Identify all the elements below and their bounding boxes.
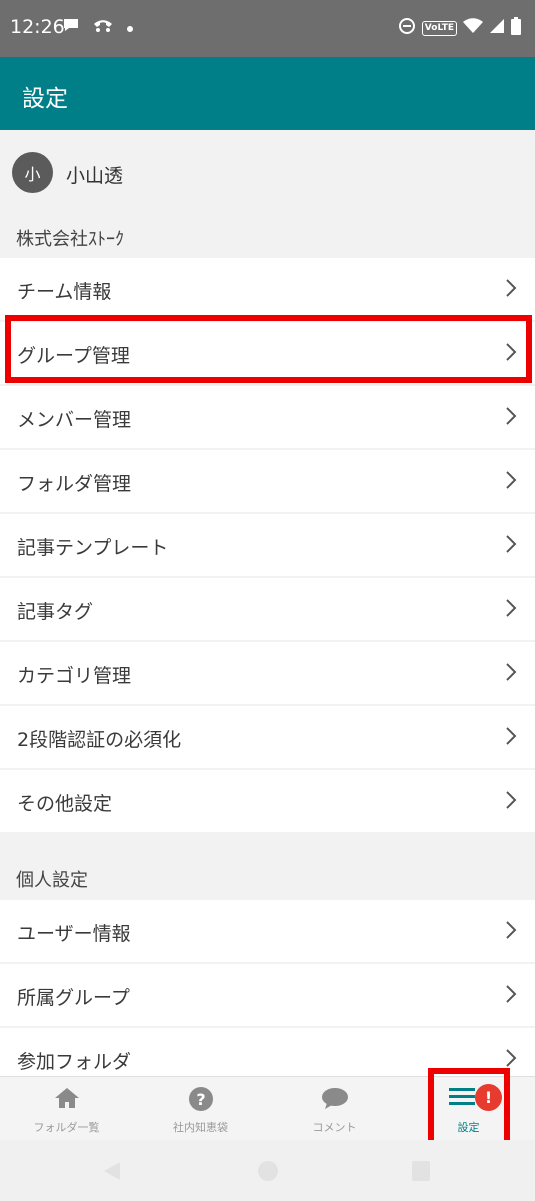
settings-item-other[interactable]: その他設定 [0,770,535,832]
status-bar: 12:26 VoLTE [0,0,535,57]
chevron-right-icon [505,920,517,944]
chevron-right-icon [505,984,517,1008]
chevron-right-icon [505,470,517,494]
chevron-right-icon [505,406,517,430]
settings-item-group-management[interactable]: グループ管理 [0,322,535,384]
settings-item-team-info[interactable]: チーム情報 [0,258,535,320]
settings-item-label: メンバー管理 [17,409,132,431]
settings-content[interactable]: 小 小山透 株式会社ｽﾄｰｸ チーム情報 グループ管理 メンバー管理 フォルダ管… [0,130,535,1076]
user-row: 小 小山透 [0,130,535,218]
nav-comment[interactable]: コメント [268,1077,401,1141]
settings-item-user-info[interactable]: ユーザー情報 [0,900,535,962]
svg-text:?: ? [196,1090,205,1109]
chevron-right-icon [505,278,517,302]
settings-item-label: その他設定 [17,793,113,815]
settings-item-label: チーム情報 [17,281,112,303]
battery-icon [511,17,521,39]
recents-icon[interactable] [412,1161,430,1185]
chevron-right-icon [505,534,517,558]
system-nav-bar [0,1140,535,1201]
wifi-icon [463,18,483,38]
settings-item-member-groups[interactable]: 所属グループ [0,964,535,1026]
alert-badge: ! [475,1084,502,1111]
settings-item-label: フォルダ管理 [17,473,132,495]
settings-item-label: カテゴリ管理 [17,665,132,687]
settings-item-article-template[interactable]: 記事テンプレート [0,514,535,576]
settings-item-folder-management[interactable]: フォルダ管理 [0,450,535,512]
chevron-right-icon [505,726,517,750]
dot-icon [126,18,134,37]
settings-item-two-factor[interactable]: 2段階認証の必須化 [0,706,535,768]
user-name: 小山透 [66,165,124,187]
settings-item-joined-folders[interactable]: 参加フォルダ [0,1028,535,1076]
settings-item-article-tags[interactable]: 記事タグ [0,578,535,640]
chevron-right-icon [505,598,517,622]
chevron-right-icon [505,342,517,366]
section-header-company: 株式会社ｽﾄｰｸ [16,229,124,250]
signal-icon [489,18,505,38]
bottom-nav: フォルダ一覧 ? 社内知恵袋 コメント ! 設定 [0,1076,535,1140]
chevron-right-icon [505,662,517,686]
home-icon [54,1086,80,1114]
app-bar: 設定 [0,57,535,130]
comment-icon [321,1086,349,1114]
dnd-icon [398,17,416,39]
settings-item-label: 記事タグ [17,601,94,623]
settings-item-member-management[interactable]: メンバー管理 [0,386,535,448]
nav-folder-list[interactable]: フォルダ一覧 [0,1077,133,1141]
home-circle-icon[interactable] [257,1160,279,1186]
settings-item-label: 参加フォルダ [17,1051,132,1073]
section-header-personal: 個人設定 [16,870,88,891]
status-time: 12:26 [10,16,65,38]
chevron-right-icon [505,790,517,814]
volte-badge: VoLTE [421,20,457,36]
settings-item-label: ユーザー情報 [17,923,131,945]
avatar: 小 [12,152,53,193]
settings-item-category-management[interactable]: カテゴリ管理 [0,642,535,704]
back-icon[interactable] [102,1160,122,1186]
settings-item-label: 2段階認証の必須化 [17,729,182,751]
nav-settings[interactable]: ! 設定 [402,1077,535,1141]
nav-knowledge[interactable]: ? 社内知恵袋 [134,1077,267,1141]
call-icon [92,16,114,38]
chevron-right-icon [505,1048,517,1072]
chat-bubble-icon [62,16,80,38]
settings-item-label: 記事テンプレート [17,537,169,559]
settings-item-label: 所属グループ [17,987,130,1009]
page-title: 設定 [22,86,68,112]
question-icon: ? [188,1086,214,1116]
menu-icon [448,1086,475,1112]
settings-item-label: グループ管理 [17,345,130,367]
